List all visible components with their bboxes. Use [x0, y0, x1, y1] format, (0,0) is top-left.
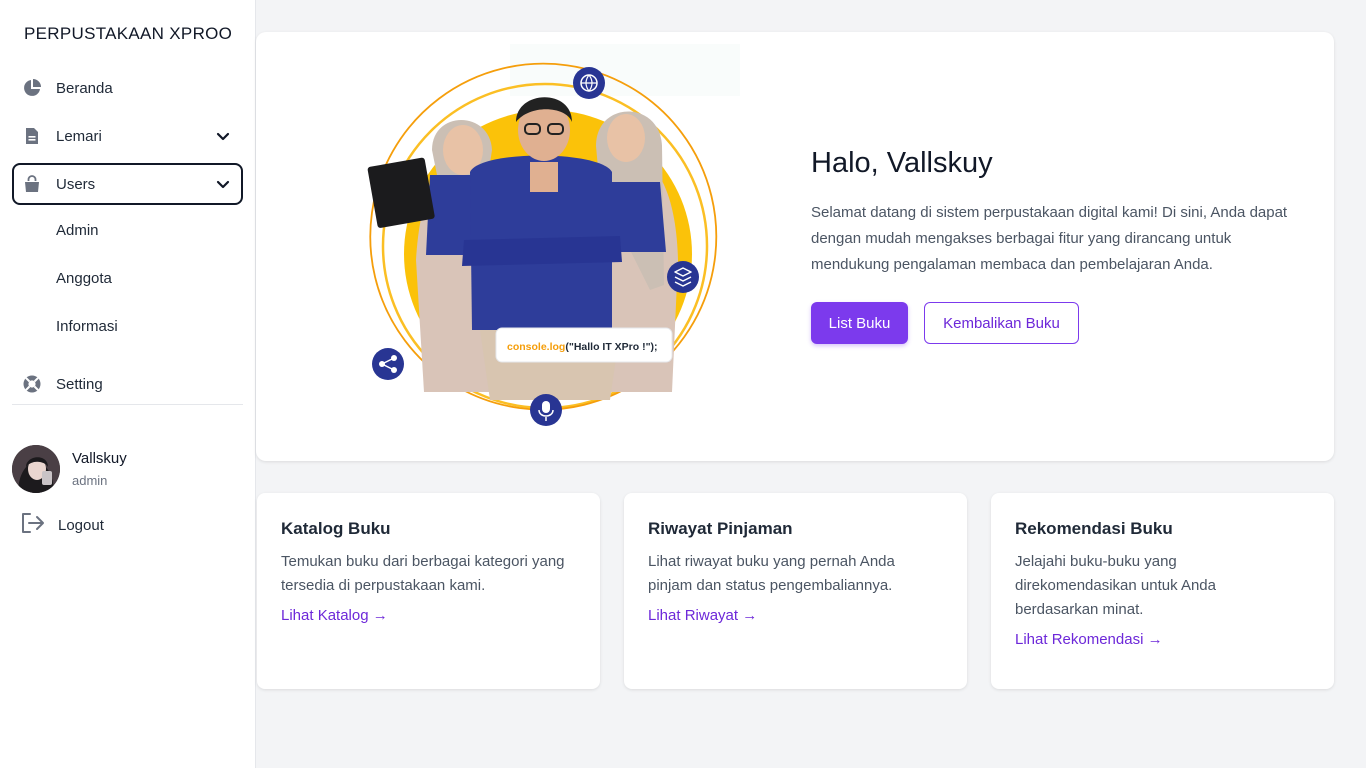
chevron-down-icon[interactable] [215, 128, 231, 144]
pie-chart-icon [22, 78, 42, 98]
sidebar-divider [12, 404, 243, 405]
hero-description: Selamat datang di sistem perpustakaan di… [811, 204, 1288, 273]
card-rekomendasi-buku: Rekomendasi Buku Jelajahi buku-buku yang… [991, 493, 1334, 689]
svg-text:console.log("Hallo IT XPro !"): console.log("Hallo IT XPro !"); [507, 341, 658, 353]
sidebar-item-lemari[interactable]: Lemari [12, 116, 243, 156]
sidebar-subitem-admin[interactable]: Admin [56, 222, 99, 239]
lihat-katalog-link[interactable]: Lihat Katalog → [281, 607, 388, 624]
avatar [12, 445, 60, 493]
user-role: admin [72, 473, 108, 488]
card-title: Katalog Buku [281, 519, 391, 538]
card-text: Temukan buku dari berbagai kategori yang… [281, 553, 565, 594]
logout-button[interactable]: Logout [12, 508, 212, 542]
card-riwayat-pinjaman: Riwayat Pinjaman Lihat riwayat buku yang… [624, 493, 967, 689]
card-text: Jelajahi buku-buku yang direkomendasikan… [1015, 553, 1216, 618]
logout-icon [20, 512, 46, 539]
sidebar-item-setting[interactable]: Setting [12, 364, 243, 404]
sidebar-item-label: Setting [56, 375, 103, 393]
lihat-riwayat-link[interactable]: Lihat Riwayat → [648, 607, 757, 624]
lihat-rekomendasi-link[interactable]: Lihat Rekomendasi → [1015, 631, 1163, 648]
sidebar-subitem-informasi[interactable]: Informasi [56, 318, 118, 335]
hero-illustration: console.log("Hallo IT XPro !"); [360, 40, 856, 450]
card-text: Lihat riwayat buku yang pernah Anda pinj… [648, 553, 895, 594]
user-name: Vallskuy [72, 450, 127, 467]
logout-label: Logout [58, 516, 104, 534]
lifebuoy-icon [22, 374, 42, 394]
card-katalog-buku: Katalog Buku Temukan buku dari berbagai … [257, 493, 600, 689]
welcome-hero: console.log("Hallo IT XPro !"); Halo, Va… [256, 32, 1334, 461]
card-title: Rekomendasi Buku [1015, 519, 1173, 538]
list-buku-button[interactable]: List Buku [811, 302, 908, 344]
sidebar-item-label: Beranda [56, 79, 113, 97]
hero-title: Halo, Vallskuy [811, 147, 993, 179]
brand-title: PERPUSTAKAAN XPROO [24, 24, 233, 43]
document-icon [22, 126, 42, 146]
code-arg-text: ("Hallo IT XPro !"); [565, 341, 657, 353]
sidebar-item-label: Lemari [56, 127, 102, 145]
sidebar: PERPUSTAKAAN XPROO Beranda Lemari Users … [0, 0, 256, 768]
card-title: Riwayat Pinjaman [648, 519, 793, 538]
kembalikan-buku-button[interactable]: Kembalikan Buku [924, 302, 1079, 344]
code-fn-text: console.log [507, 341, 565, 353]
sidebar-subitem-anggota[interactable]: Anggota [56, 270, 112, 287]
chevron-down-icon[interactable] [215, 176, 231, 192]
sidebar-item-users[interactable]: Users [12, 163, 243, 205]
bag-icon [22, 174, 42, 194]
sidebar-item-beranda[interactable]: Beranda [12, 68, 243, 108]
sidebar-item-label: Users [56, 175, 96, 193]
